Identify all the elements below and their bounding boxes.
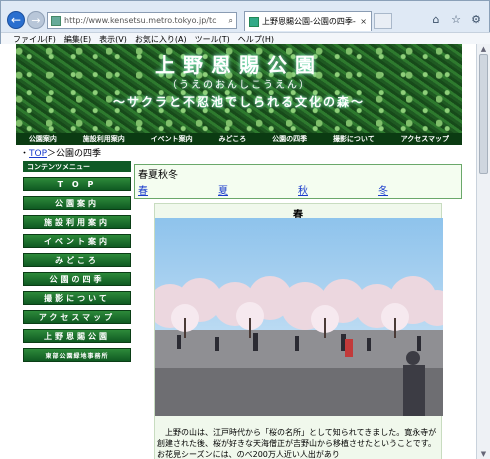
menu-view[interactable]: 表示(V) xyxy=(99,34,127,45)
browser-tab[interactable]: 上野恩賜公園-公園の四季- × xyxy=(244,11,372,31)
sidebar-item-events[interactable]: イベント案内 xyxy=(23,234,131,248)
menu-favorites[interactable]: お気に入り(A) xyxy=(135,34,187,45)
arrow-right-icon: → xyxy=(31,13,41,27)
season-link-winter[interactable]: 冬 xyxy=(378,182,458,197)
gnav-access-map[interactable]: アクセスマップ xyxy=(401,134,449,144)
cherry-blossom-photo xyxy=(155,218,443,416)
search-icon[interactable]: ⌕ xyxy=(226,16,236,26)
sidebar-item-photography[interactable]: 撮影について xyxy=(23,291,131,305)
address-bar[interactable]: http://www.kensetsu.metro.tokyo.jp/tc ⌕ xyxy=(47,12,237,29)
forward-button[interactable]: → xyxy=(27,11,45,29)
web-page: 上野恩賜公園 （うえのおんしこうえん） 〜サクラと不忍池でしられる文化の森〜 公… xyxy=(0,44,476,459)
scrollbar-thumb[interactable] xyxy=(479,54,488,174)
settings-gear-icon[interactable]: ⚙ xyxy=(469,12,483,26)
breadcrumb-separator: ＞ xyxy=(47,149,57,159)
site-banner: 上野恩賜公園 （うえのおんしこうえん） 〜サクラと不忍池でしられる文化の森〜 xyxy=(16,44,462,145)
season-link-autumn[interactable]: 秋 xyxy=(298,182,378,197)
sidebar-item-highlights[interactable]: みどころ xyxy=(23,253,131,267)
gnav-park-guide[interactable]: 公園案内 xyxy=(29,134,57,144)
close-tab-icon[interactable]: × xyxy=(356,17,371,26)
browser-tools: ⌂ ☆ ⚙ xyxy=(429,12,483,26)
sidebar-item-top[interactable]: T O P xyxy=(23,177,131,191)
menu-help[interactable]: ヘルプ(H) xyxy=(238,34,274,45)
gnav-seasons[interactable]: 公園の四季 xyxy=(272,134,307,144)
sidebar-item-park-guide[interactable]: 公園案内 xyxy=(23,196,131,210)
arrow-left-icon: ← xyxy=(10,13,22,27)
scroll-down-arrow-icon[interactable]: ▼ xyxy=(479,450,488,458)
global-nav: 公園案内 施設利用案内 イベント案内 みどころ 公園の四季 撮影について アクセ… xyxy=(16,133,462,145)
tab-title: 上野恩賜公園-公園の四季- xyxy=(262,17,356,26)
menu-edit[interactable]: 編集(E) xyxy=(64,34,91,45)
site-title: 上野恩賜公園 xyxy=(155,53,323,77)
gnav-photography[interactable]: 撮影について xyxy=(333,134,375,144)
spring-description: 上野の山は、江戸時代から「桜の名所」として知られてきました。寛永寺が創建された後… xyxy=(157,428,437,459)
home-icon[interactable]: ⌂ xyxy=(429,12,443,26)
gnav-events[interactable]: イベント案内 xyxy=(151,134,193,144)
sidebar-heading: コンテンツメニュー xyxy=(23,161,131,172)
menu-tools[interactable]: ツール(T) xyxy=(195,34,230,45)
sidebar-item-ueno-park[interactable]: 上野恩賜公園 xyxy=(23,329,131,343)
gnav-facilities[interactable]: 施設利用案内 xyxy=(83,134,125,144)
scroll-up-arrow-icon[interactable]: ▲ xyxy=(479,45,488,53)
spring-panel: 春 上野の山は、江戸時代から「桜の名所」として知られてきました。寛永寺が創建され… xyxy=(154,203,443,459)
season-link-spring[interactable]: 春 xyxy=(138,182,218,197)
tab-favicon-icon xyxy=(249,16,259,27)
sidebar-item-facilities[interactable]: 施設利用案内 xyxy=(23,215,131,229)
new-tab-button[interactable] xyxy=(374,13,392,29)
favorites-star-icon[interactable]: ☆ xyxy=(449,12,463,26)
season-label: 春夏秋冬 xyxy=(138,170,178,181)
breadcrumb-bullet: ・ xyxy=(20,149,30,159)
breadcrumb: ・TOP＞公園の四季 xyxy=(20,146,101,159)
menu-file[interactable]: ファイル(F) xyxy=(13,34,56,45)
back-button[interactable]: ← xyxy=(7,11,25,29)
address-url: http://www.kensetsu.metro.tokyo.jp/tc xyxy=(64,16,217,25)
sidebar-item-seasons[interactable]: 公園の四季 xyxy=(23,272,131,286)
site-favicon-icon xyxy=(51,15,61,26)
main-content: 春夏秋冬 春 夏 秋 冬 春 上野の山は、江戸時代から「桜の名所」として知られて… xyxy=(134,164,462,459)
site-tagline: 〜サクラと不忍池でしられる文化の森〜 xyxy=(112,95,365,109)
breadcrumb-current: 公園の四季 xyxy=(56,149,102,159)
sidebar-item-office[interactable]: 東部公園緑地事務所 xyxy=(23,348,131,362)
sidebar-menu: コンテンツメニュー T O P 公園案内 施設利用案内 イベント案内 みどころ … xyxy=(23,161,131,367)
breadcrumb-top-link[interactable]: TOP xyxy=(29,149,47,159)
site-reading: （うえのおんしこうえん） xyxy=(167,80,311,91)
vertical-scrollbar[interactable]: ▲ ▼ xyxy=(476,44,490,459)
season-link-summer[interactable]: 夏 xyxy=(218,182,298,197)
season-links: 春 夏 秋 冬 xyxy=(138,182,458,197)
sidebar-item-access-map[interactable]: アクセスマップ xyxy=(23,310,131,324)
season-selector: 春夏秋冬 春 夏 秋 冬 xyxy=(134,164,462,199)
browser-chrome: ← → http://www.kensetsu.metro.tokyo.jp/t… xyxy=(0,0,490,45)
gnav-highlights[interactable]: みどころ xyxy=(218,134,246,144)
